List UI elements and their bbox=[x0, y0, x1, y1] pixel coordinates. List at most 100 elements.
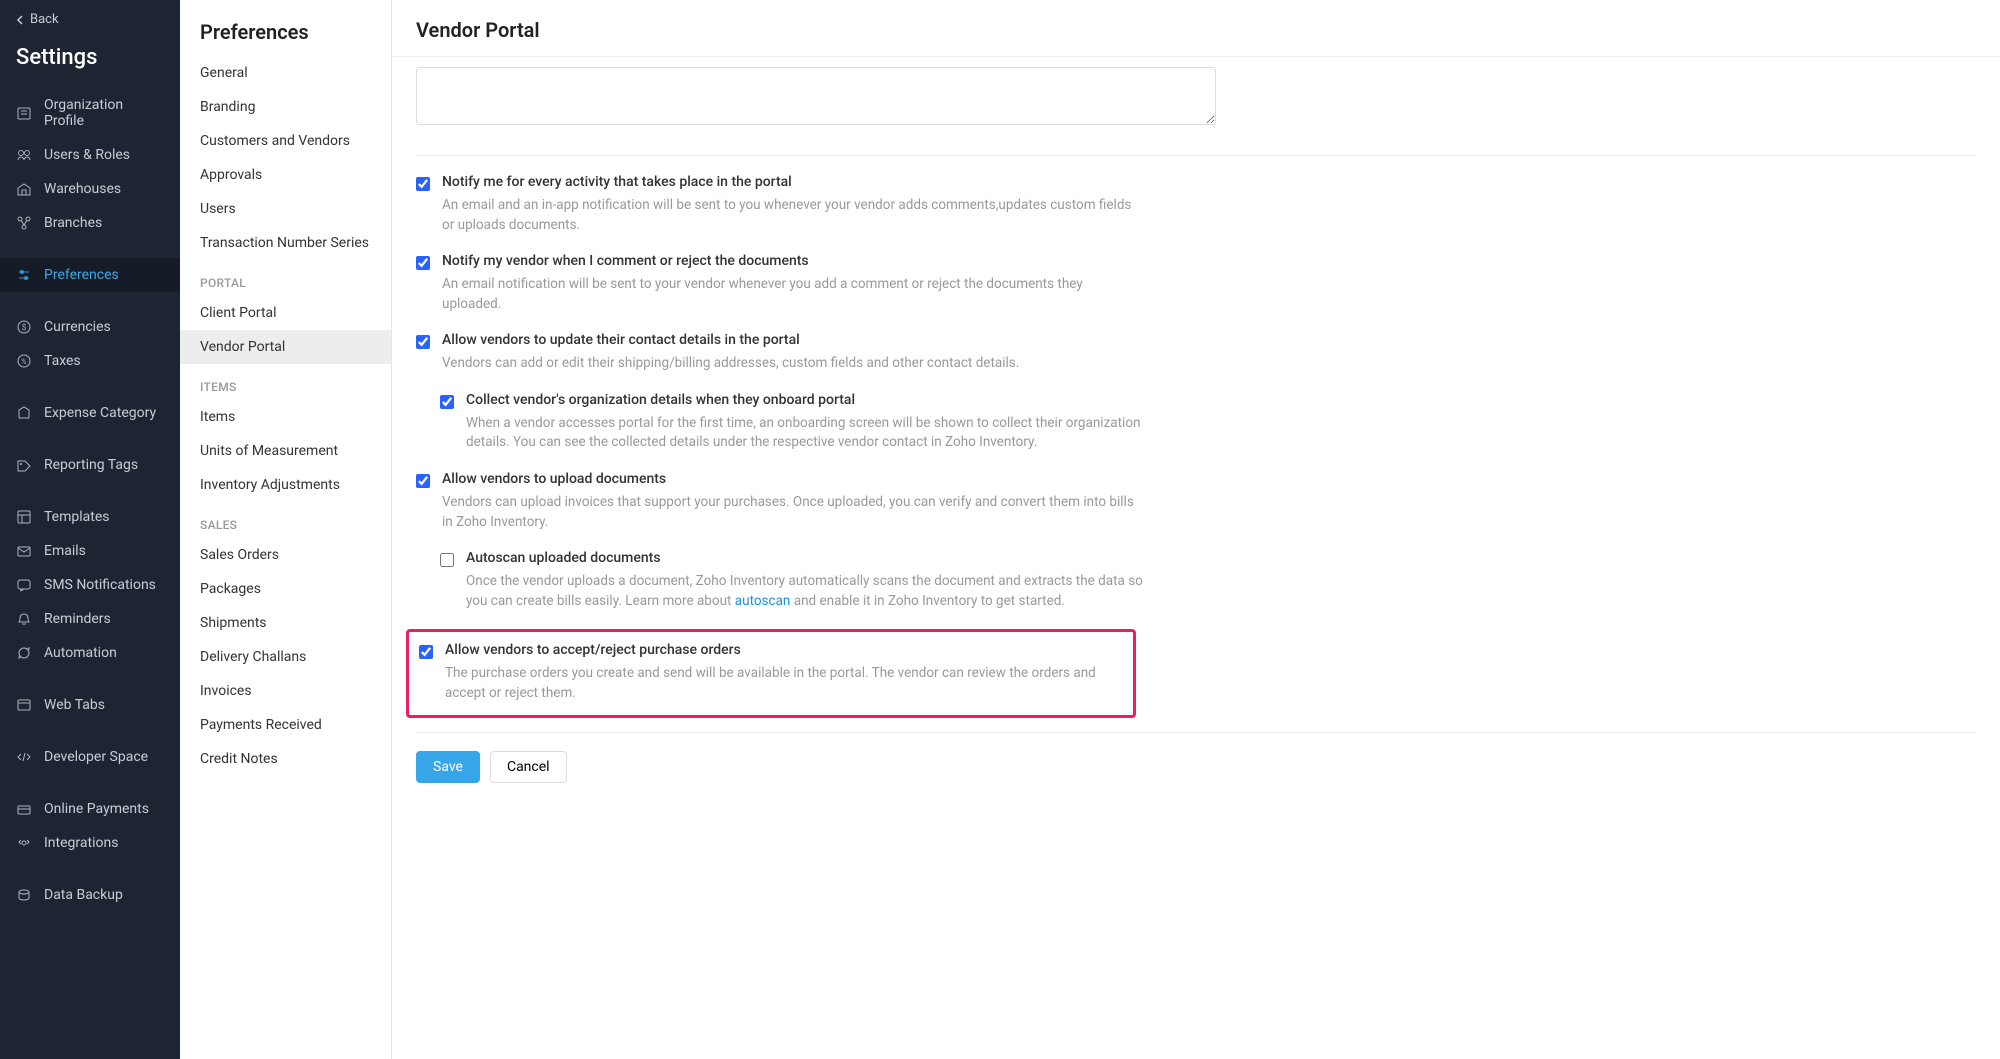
pref-item-shipments[interactable]: Shipments bbox=[180, 606, 391, 640]
warehouse-icon bbox=[16, 181, 32, 197]
emails-icon bbox=[16, 543, 32, 559]
sidebar-item-expense-category[interactable]: Expense Category bbox=[0, 396, 180, 430]
autoscan-link[interactable]: autoscan bbox=[735, 593, 791, 609]
option-description: The purchase orders you create and send … bbox=[445, 664, 1123, 703]
sidebar-item-emails[interactable]: Emails bbox=[0, 534, 180, 568]
pref-item-credit-notes[interactable]: Credit Notes bbox=[180, 742, 391, 776]
sidebar-item-label: Warehouses bbox=[44, 181, 121, 197]
option-label: Allow vendors to upload documents bbox=[442, 471, 1142, 487]
main-panel: Vendor Portal Notify me for every activi… bbox=[392, 0, 2000, 1059]
option-label: Collect vendor's organization details wh… bbox=[466, 392, 1166, 408]
pref-item-client-portal[interactable]: Client Portal bbox=[180, 296, 391, 330]
option-checkbox[interactable] bbox=[440, 395, 454, 409]
option-checkbox[interactable] bbox=[419, 645, 433, 659]
cancel-button[interactable]: Cancel bbox=[490, 751, 567, 783]
sidebar-item-label: Templates bbox=[44, 509, 110, 525]
option-row: Autoscan uploaded documents Once the vend… bbox=[440, 550, 1976, 611]
sidebar-item-label: Expense Category bbox=[44, 405, 156, 421]
branches-icon bbox=[16, 215, 32, 231]
sidebar-item-label: SMS Notifications bbox=[44, 577, 156, 593]
sidebar-item-integrations[interactable]: Integrations bbox=[0, 826, 180, 860]
option-label: Autoscan uploaded documents bbox=[466, 550, 1166, 566]
sidebar-item-branches[interactable]: Branches bbox=[0, 206, 180, 240]
sidebar-item-reporting-tags[interactable]: Reporting Tags bbox=[0, 448, 180, 482]
pref-item-branding[interactable]: Branding bbox=[180, 90, 391, 124]
page-title: Vendor Portal bbox=[392, 0, 2000, 57]
sidebar-item-sms-notifications[interactable]: SMS Notifications bbox=[0, 568, 180, 602]
sidebar-item-label: Web Tabs bbox=[44, 697, 105, 713]
payments-icon bbox=[16, 801, 32, 817]
preferences-title: Preferences bbox=[180, 0, 391, 56]
option-description: Vendors can add or edit their shipping/b… bbox=[442, 354, 1142, 374]
option-row: Notify me for every activity that takes … bbox=[416, 174, 1976, 235]
sidebar-item-reminders[interactable]: Reminders bbox=[0, 602, 180, 636]
pref-item-invoices[interactable]: Invoices bbox=[180, 674, 391, 708]
expense-icon bbox=[16, 405, 32, 421]
tags-icon bbox=[16, 457, 32, 473]
option-checkbox[interactable] bbox=[416, 177, 430, 191]
option-label: Allow vendors to update their contact de… bbox=[442, 332, 1142, 348]
sidebar-item-taxes[interactable]: % Taxes bbox=[0, 344, 180, 378]
pref-item-approvals[interactable]: Approvals bbox=[180, 158, 391, 192]
sidebar-item-label: Emails bbox=[44, 543, 86, 559]
option-row: Allow vendors to update their contact de… bbox=[416, 332, 1976, 374]
option-checkbox[interactable] bbox=[440, 553, 454, 567]
sidebar-item-label: Branches bbox=[44, 215, 102, 231]
pref-item-packages[interactable]: Packages bbox=[180, 572, 391, 606]
option-row: Allow vendors to upload documentsVendors… bbox=[416, 471, 1976, 532]
sidebar-item-label: Reminders bbox=[44, 611, 111, 627]
sidebar-item-label: Users & Roles bbox=[44, 147, 130, 163]
sidebar-item-organization-profile[interactable]: Organization Profile bbox=[0, 88, 180, 138]
section-header: SALES bbox=[180, 502, 391, 538]
section-header: ITEMS bbox=[180, 364, 391, 400]
sidebar-item-label: Preferences bbox=[44, 267, 119, 283]
svg-text:%: % bbox=[21, 358, 26, 366]
sidebar-item-label: Data Backup bbox=[44, 887, 123, 903]
pref-item-transaction-number-series[interactable]: Transaction Number Series bbox=[180, 226, 391, 260]
option-checkbox[interactable] bbox=[416, 256, 430, 270]
sidebar-item-label: Automation bbox=[44, 645, 117, 661]
sidebar-item-currencies[interactable]: $Currencies bbox=[0, 310, 180, 344]
pref-item-payments-received[interactable]: Payments Received bbox=[180, 708, 391, 742]
settings-title: Settings bbox=[0, 39, 180, 88]
portal-textarea[interactable] bbox=[416, 67, 1216, 125]
svg-text:$: $ bbox=[22, 323, 27, 332]
save-button[interactable]: Save bbox=[416, 751, 480, 783]
pref-item-items[interactable]: Items bbox=[180, 400, 391, 434]
sms-icon bbox=[16, 577, 32, 593]
option-description: An email and an in-app notification will… bbox=[442, 196, 1142, 235]
sidebar-item-automation[interactable]: Automation bbox=[0, 636, 180, 670]
pref-item-inventory-adjustments[interactable]: Inventory Adjustments bbox=[180, 468, 391, 502]
pref-item-users[interactable]: Users bbox=[180, 192, 391, 226]
option-label: Notify my vendor when I comment or rejec… bbox=[442, 253, 1142, 269]
option-description: Once the vendor uploads a document, Zoho… bbox=[466, 572, 1166, 611]
sidebar-item-developer-space[interactable]: Developer Space bbox=[0, 740, 180, 774]
pref-item-vendor-portal[interactable]: Vendor Portal bbox=[180, 330, 391, 364]
sidebar-item-online-payments[interactable]: Online Payments bbox=[0, 792, 180, 826]
pref-item-units-of-measurement[interactable]: Units of Measurement bbox=[180, 434, 391, 468]
option-checkbox[interactable] bbox=[416, 474, 430, 488]
sidebar-item-users-roles[interactable]: Users & Roles bbox=[0, 138, 180, 172]
option-description: An email notification will be sent to yo… bbox=[442, 275, 1142, 314]
back-link[interactable]: Back bbox=[0, 0, 180, 39]
section-header: PORTAL bbox=[180, 260, 391, 296]
sidebar-item-preferences[interactable]: Preferences bbox=[0, 258, 180, 292]
option-row: Notify my vendor when I comment or rejec… bbox=[416, 253, 1976, 314]
pref-item-delivery-challans[interactable]: Delivery Challans bbox=[180, 640, 391, 674]
sidebar-item-label: Taxes bbox=[44, 353, 81, 369]
pref-item-sales-orders[interactable]: Sales Orders bbox=[180, 538, 391, 572]
option-checkbox[interactable] bbox=[416, 335, 430, 349]
sidebar-item-label: Integrations bbox=[44, 835, 118, 851]
templates-icon bbox=[16, 509, 32, 525]
sidebar-item-web-tabs[interactable]: Web Tabs bbox=[0, 688, 180, 722]
sidebar-item-warehouses[interactable]: Warehouses bbox=[0, 172, 180, 206]
sidebar-item-templates[interactable]: Templates bbox=[0, 500, 180, 534]
prefs-icon bbox=[16, 267, 32, 283]
sidebar-item-data-backup[interactable]: Data Backup bbox=[0, 878, 180, 912]
button-row: Save Cancel bbox=[416, 732, 1976, 783]
highlighted-option: Allow vendors to accept/reject purchase … bbox=[406, 629, 1136, 718]
pref-item-customers-and-vendors[interactable]: Customers and Vendors bbox=[180, 124, 391, 158]
webtabs-icon bbox=[16, 697, 32, 713]
sidebar-item-label: Reporting Tags bbox=[44, 457, 138, 473]
pref-item-general[interactable]: General bbox=[180, 56, 391, 90]
